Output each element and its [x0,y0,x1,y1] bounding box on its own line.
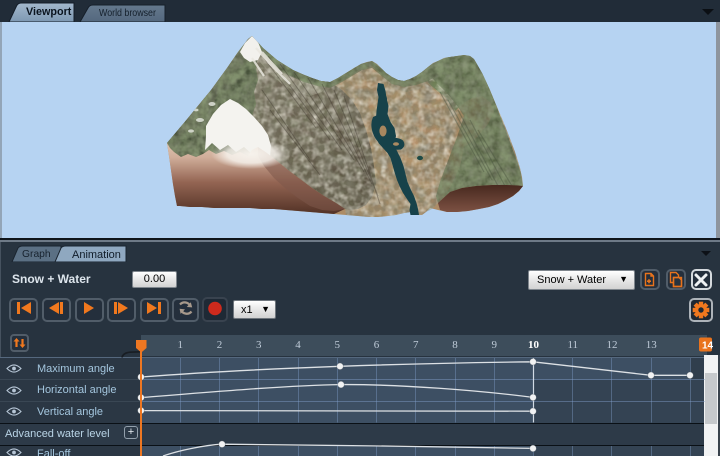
svg-text:14: 14 [702,341,714,352]
